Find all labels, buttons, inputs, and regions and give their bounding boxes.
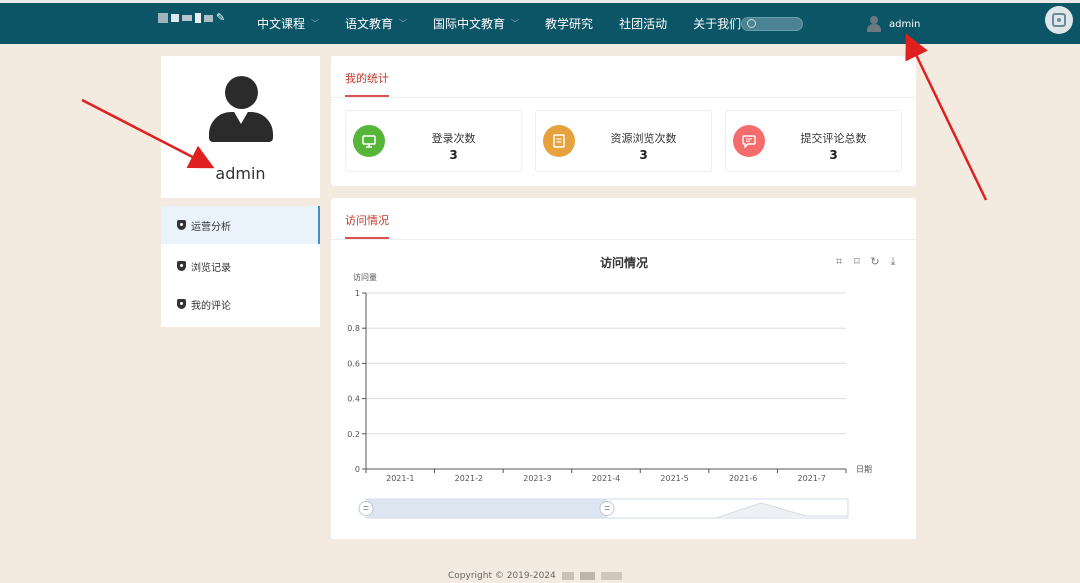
- refresh-icon[interactable]: ↻: [869, 256, 881, 268]
- site-logo[interactable]: ✎: [158, 12, 226, 23]
- main-nav: 中文课程 ﹀ 语文教育 ﹀ 国际中文教育 ﹀ 教学研究 社团活动 关于我们: [257, 3, 767, 44]
- x-tick-label: 2021-7: [798, 474, 826, 483]
- stats-card: 我的统计 登录次数 3 资源浏览次数 3 提交评论总数 3: [331, 56, 916, 186]
- y-tick-label: 0.4: [347, 395, 360, 404]
- nav-item-club-activities[interactable]: 社团活动: [619, 15, 667, 32]
- copyright-text: Copyright © 2019-2024: [448, 571, 556, 581]
- stat-label: 提交评论总数: [800, 132, 867, 145]
- chart-toolbox: ⌗ ⌑ ↻ ⤓: [833, 256, 899, 268]
- side-menu: 运营分析 浏览记录 我的评论: [161, 206, 320, 327]
- x-tick-label: 2021-1: [386, 474, 414, 483]
- y-tick-label: 1: [355, 289, 360, 298]
- shield-icon: [177, 220, 186, 230]
- stat-login-count: 登录次数 3: [345, 110, 522, 172]
- stats-title: 我的统计: [345, 70, 389, 97]
- zoom-icon[interactable]: ⌗: [833, 256, 845, 268]
- stat-value: 3: [639, 148, 648, 162]
- avatar-icon: [867, 16, 881, 32]
- nav-item-teaching-research[interactable]: 教学研究: [545, 15, 593, 32]
- blurred-owner: [561, 572, 622, 580]
- document-icon: [543, 125, 575, 157]
- x-tick-label: 2021-3: [523, 474, 551, 483]
- user-menu[interactable]: admin: [867, 16, 920, 32]
- chevron-down-icon: ﹀: [311, 19, 320, 28]
- avatar: [209, 76, 273, 142]
- visits-card: 访问情况 访问情况 ⌗ ⌑ ↻ ⤓ 访问量 0 0.2 0.4 0.6 0.8 1 2021-…: [331, 198, 916, 539]
- chevron-down-icon: ﹀: [511, 19, 520, 28]
- profile-card: admin: [161, 56, 320, 198]
- stat-resource-views: 资源浏览次数 3: [535, 110, 712, 172]
- sidebar-item-operations-analysis[interactable]: 运营分析: [161, 206, 320, 244]
- monitor-icon: [353, 125, 385, 157]
- download-icon[interactable]: ⤓: [887, 256, 899, 268]
- zoom-reset-icon[interactable]: ⌑: [851, 256, 863, 268]
- y-tick-label: 0.2: [347, 430, 360, 439]
- search-icon: [747, 19, 756, 28]
- scan-icon: [1052, 13, 1066, 27]
- datazoom-handle: [599, 501, 615, 516]
- datazoom-selection: [366, 499, 607, 518]
- stat-label: 资源浏览次数: [610, 132, 677, 145]
- footer: Copyright © 2019-2024: [448, 571, 622, 581]
- x-axis-title: 日期: [856, 465, 872, 474]
- nav-item-language-education[interactable]: 语文教育 ﹀: [345, 15, 407, 32]
- y-axis-title: 访问量: [353, 272, 377, 282]
- datazoom-handle: [358, 501, 374, 516]
- shield-icon: [177, 299, 186, 309]
- chevron-down-icon: ﹀: [399, 19, 408, 28]
- nav-item-chinese-courses[interactable]: 中文课程 ﹀: [257, 15, 319, 32]
- annotation-arrow: [905, 33, 988, 201]
- profile-name: admin: [215, 164, 266, 183]
- sidebar-item-browsing-history[interactable]: 浏览记录: [161, 247, 320, 285]
- x-tick-label: 2021-6: [729, 474, 757, 483]
- x-tick-label: 2021-5: [660, 474, 688, 483]
- comment-icon: [733, 125, 765, 157]
- x-tick-label: 2021-2: [455, 474, 483, 483]
- x-tick-label: 2021-4: [592, 474, 620, 483]
- stat-label: 登录次数: [431, 132, 476, 145]
- stat-value: 3: [829, 148, 838, 162]
- top-navbar: ✎ 中文课程 ﹀ 语文教育 ﹀ 国际中文教育 ﹀ 教学研究 社团活动 关于我们 adm…: [0, 0, 1080, 44]
- visits-chart: 访问量 0 0.2 0.4 0.6 0.8 1 2021-1 2021-2 2021-3 2021-…: [347, 272, 872, 519]
- screenshot-tool-button[interactable]: [1045, 6, 1073, 34]
- y-tick-label: 0.6: [347, 359, 360, 368]
- y-tick-label: 0: [355, 465, 360, 474]
- nav-item-international-chinese[interactable]: 国际中文教育 ﹀: [433, 15, 519, 32]
- shield-icon: [177, 261, 186, 271]
- visits-title: 访问情况: [345, 212, 389, 239]
- sidebar-item-my-comments[interactable]: 我的评论: [161, 285, 320, 323]
- stat-comment-total: 提交评论总数 3: [725, 110, 902, 172]
- nav-item-about-us[interactable]: 关于我们: [693, 15, 741, 32]
- nav-user-name: admin: [889, 18, 921, 30]
- y-tick-label: 0.8: [347, 324, 360, 333]
- stat-value: 3: [449, 148, 458, 162]
- search-input[interactable]: [741, 17, 803, 31]
